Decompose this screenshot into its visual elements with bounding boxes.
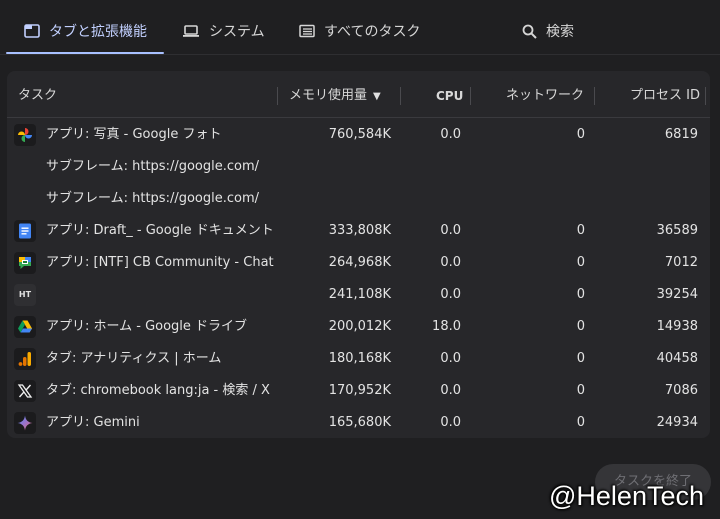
task-name: タブ: chromebook lang:ja - 検索 / X — [46, 383, 270, 398]
column-separator[interactable] — [594, 87, 595, 105]
memory-value: 264,968K — [328, 255, 391, 270]
list-icon — [299, 24, 315, 38]
network-value: 0 — [576, 127, 585, 142]
tab-label: すべてのタスク — [324, 24, 421, 40]
memory-value: 333,808K — [328, 223, 391, 238]
x-logo-icon — [14, 380, 36, 402]
memory-value: 760,584K — [328, 127, 391, 142]
column-separator[interactable] — [277, 87, 278, 105]
table-row[interactable]: アプリ: [NTF] CB Community - Chat 264,968K … — [7, 247, 710, 279]
column-header-process-id[interactable]: プロセス ID — [630, 71, 700, 117]
process-id-value: 36589 — [656, 223, 698, 238]
search-button[interactable]: 検索 — [522, 10, 574, 52]
cpu-value: 0.0 — [440, 127, 461, 142]
ht-logo-text: HT — [18, 290, 32, 299]
table-row[interactable]: タブ: アナリティクス | ホーム 180,168K 0.0 0 40458 — [7, 343, 710, 375]
process-id-value: 24934 — [656, 415, 698, 430]
column-header-task[interactable]: タスク — [18, 71, 57, 117]
column-header-label: メモリ使用量 — [289, 88, 368, 103]
memory-value: 165,680K — [328, 415, 391, 430]
cpu-value: 0.0 — [440, 287, 461, 302]
table-row[interactable]: サブフレーム: https://google.com/ — [7, 183, 710, 215]
table-header: タスク メモリ使用量 ▼ CPU ネットワーク プロセス ID — [7, 71, 710, 118]
task-name: アプリ: ホーム - Google ドライブ — [46, 319, 248, 334]
task-name: サブフレーム: https://google.com/ — [46, 191, 260, 206]
process-id-value: 7086 — [664, 383, 698, 398]
network-value: 0 — [576, 351, 585, 366]
cpu-value: 0.0 — [440, 255, 461, 270]
cpu-value: 0.0 — [440, 223, 461, 238]
tab-bar: タブと拡張機能 システム すべてのタスク 検索 — [0, 0, 720, 56]
search-label: 検索 — [546, 24, 574, 40]
column-separator[interactable] — [705, 87, 706, 105]
table-row[interactable]: アプリ: 写真 - Google フォト 760,584K 0.0 0 6819 — [7, 119, 710, 151]
task-table: タスク メモリ使用量 ▼ CPU ネットワーク プロセス ID アプリ: 写真 -… — [7, 71, 710, 438]
tab-label: タブと拡張機能 — [49, 24, 147, 40]
google-analytics-icon — [14, 348, 36, 370]
memory-value: 180,168K — [328, 351, 391, 366]
column-header-network[interactable]: ネットワーク — [506, 71, 584, 117]
network-value: 0 — [576, 415, 585, 430]
tab-label: システム — [209, 24, 265, 40]
table-row[interactable]: HT 241,108K 0.0 0 39254 — [7, 279, 710, 311]
search-icon — [522, 24, 537, 39]
table-row[interactable]: サブフレーム: https://google.com/ — [7, 151, 710, 183]
task-name: アプリ: Gemini — [46, 415, 140, 430]
sort-descending-icon: ▼ — [373, 91, 381, 102]
table-row[interactable]: タブ: chromebook lang:ja - 検索 / X 170,952K… — [7, 375, 710, 407]
column-header-memory[interactable]: メモリ使用量 ▼ — [289, 71, 381, 117]
gemini-icon — [14, 412, 36, 434]
divider — [0, 54, 720, 55]
google-docs-icon — [14, 220, 36, 242]
process-id-value: 39254 — [656, 287, 698, 302]
network-value: 0 — [576, 383, 585, 398]
network-value: 0 — [576, 223, 585, 238]
process-id-value: 40458 — [656, 351, 698, 366]
tab-system[interactable]: システム — [182, 10, 265, 52]
table-row[interactable]: アプリ: ホーム - Google ドライブ 200,012K 18.0 0 1… — [7, 311, 710, 343]
task-name: サブフレーム: https://google.com/ — [46, 159, 260, 174]
google-drive-icon — [14, 316, 36, 338]
cpu-value: 0.0 — [440, 351, 461, 366]
tab-tabs-and-extensions[interactable]: タブと拡張機能 — [24, 10, 147, 52]
process-id-value: 6819 — [664, 127, 698, 142]
process-id-value: 14938 — [656, 319, 698, 334]
task-name: アプリ: 写真 - Google フォト — [46, 127, 222, 142]
watermark-text: @HelenTech — [549, 481, 704, 511]
task-name: タブ: アナリティクス | ホーム — [46, 351, 222, 366]
cpu-value: 0.0 — [440, 383, 461, 398]
task-name: アプリ: Draft_ - Google ドキュメント — [46, 223, 274, 238]
network-value: 0 — [576, 255, 585, 270]
ht-logo-icon: HT — [14, 284, 36, 306]
task-name: アプリ: [NTF] CB Community - Chat — [46, 255, 274, 270]
table-row[interactable]: アプリ: Gemini 165,680K 0.0 0 24934 — [7, 407, 710, 438]
memory-value: 200,012K — [328, 319, 391, 334]
laptop-icon — [182, 24, 200, 38]
table-row[interactable]: アプリ: Draft_ - Google ドキュメント 333,808K 0.0… — [7, 215, 710, 247]
cpu-value: 0.0 — [440, 415, 461, 430]
tab-all-tasks[interactable]: すべてのタスク — [299, 10, 420, 52]
network-value: 0 — [576, 287, 585, 302]
network-value: 0 — [576, 319, 585, 334]
google-chat-icon — [14, 252, 36, 274]
cpu-value: 18.0 — [432, 319, 461, 334]
memory-value: 170,952K — [328, 383, 391, 398]
column-separator[interactable] — [470, 87, 471, 105]
column-header-cpu[interactable]: CPU — [436, 71, 463, 117]
memory-value: 241,108K — [328, 287, 391, 302]
process-id-value: 7012 — [664, 255, 698, 270]
tab-window-icon — [24, 24, 40, 38]
column-separator[interactable] — [400, 87, 401, 105]
google-photos-icon — [14, 124, 36, 146]
